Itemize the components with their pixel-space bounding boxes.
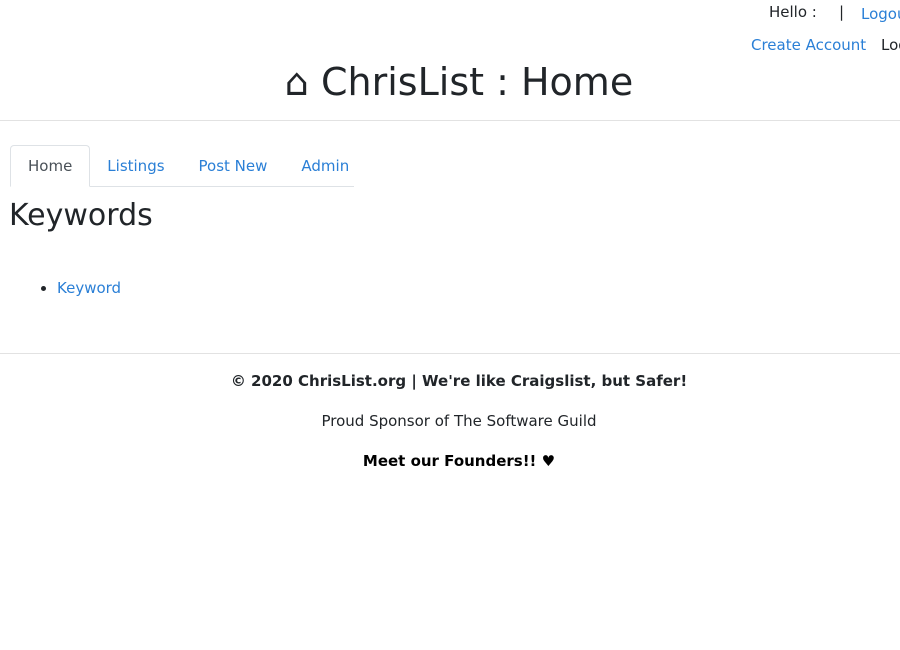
login-link[interactable]: Login bbox=[881, 36, 900, 54]
header-divider bbox=[0, 120, 900, 121]
account-separator: | bbox=[839, 3, 845, 21]
page-title: ⌂ ChrisList : Home bbox=[0, 58, 900, 106]
tab-post-new[interactable]: Post New bbox=[182, 145, 285, 187]
footer-copyright: © 2020 ChrisList.org | We're like Craigs… bbox=[230, 372, 688, 390]
keywords-heading: Keywords bbox=[9, 198, 153, 233]
home-icon: ⌂ bbox=[284, 60, 309, 104]
greeting-text: Hello : bbox=[769, 3, 817, 21]
logout-link[interactable]: Logout bbox=[861, 5, 900, 23]
page-title-text: ChrisList : Home bbox=[321, 60, 634, 104]
page: Hello : | Logout Create Account Login ⌂ … bbox=[0, 0, 900, 650]
tab-admin[interactable]: Admin bbox=[284, 145, 366, 187]
tab-listings[interactable]: Listings bbox=[90, 145, 181, 187]
footer-sponsor: Proud Sponsor of The Software Guild bbox=[321, 412, 597, 430]
footer-divider bbox=[0, 353, 900, 354]
keyword-link[interactable]: Keyword bbox=[57, 279, 121, 297]
nav-tabs: Home Listings Post New Admin bbox=[10, 145, 354, 187]
footer-founders: Meet our Founders!! ♥ bbox=[362, 452, 556, 470]
tab-home[interactable]: Home bbox=[10, 145, 91, 187]
keyword-list: Keyword bbox=[0, 276, 121, 300]
create-account-link[interactable]: Create Account bbox=[751, 36, 866, 54]
list-item: Keyword bbox=[57, 276, 121, 300]
